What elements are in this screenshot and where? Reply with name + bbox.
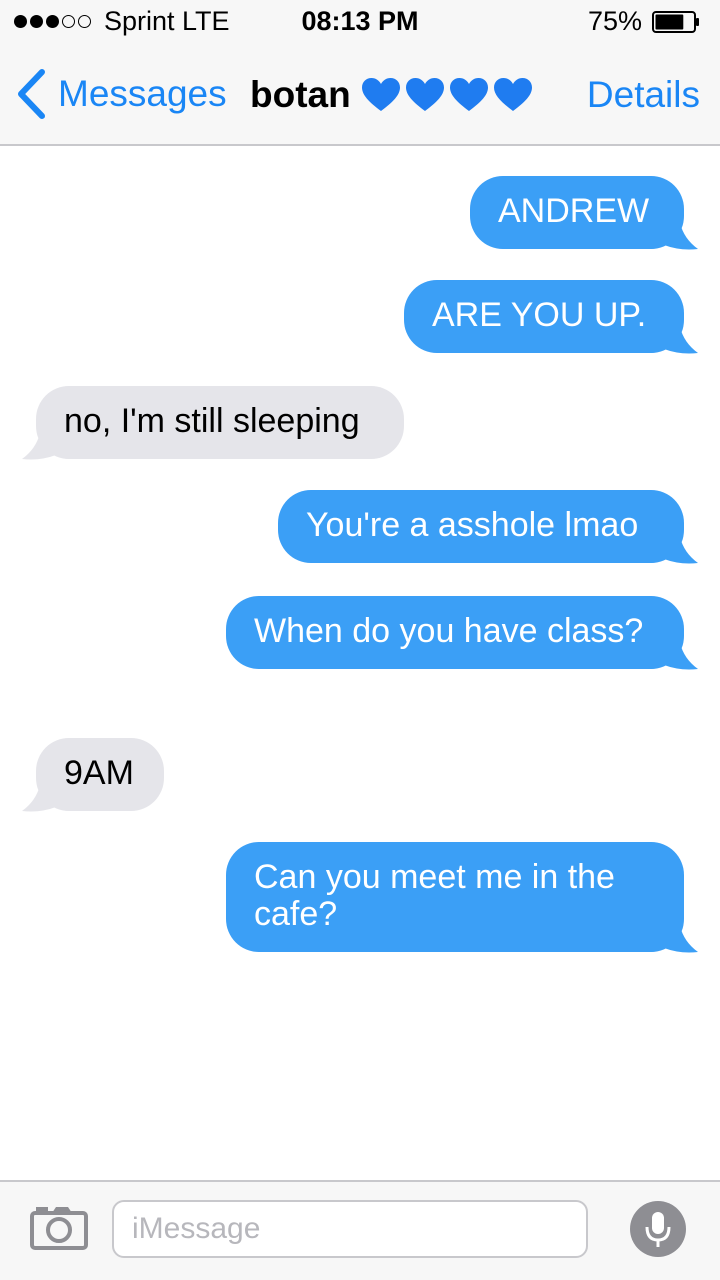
bubble-tail: [22, 433, 70, 460]
message-text: 9AM: [64, 754, 134, 792]
message-text: no, I'm still sleeping: [64, 402, 360, 440]
details-button[interactable]: Details: [587, 74, 700, 116]
message-bubble: When do you have class?: [226, 596, 698, 670]
microphone-icon[interactable]: [629, 1200, 687, 1258]
contact-name: botan: [250, 74, 351, 115]
camera-icon[interactable]: [30, 1204, 88, 1250]
message-bubble: 9AM: [22, 738, 164, 812]
message-text: ANDREW: [498, 192, 650, 230]
message-bubble: You're a asshole lmao: [278, 490, 698, 564]
blue-heart-icon: [493, 78, 532, 111]
chevron-left-icon: [18, 69, 45, 119]
message-bubble: ARE YOU UP.: [404, 280, 698, 354]
message-text: When do you have class?: [254, 612, 644, 650]
message-text: ARE YOU UP.: [432, 296, 647, 334]
message-bubble: Can you meet me in the cafe?: [226, 842, 698, 953]
status-bar: Sprint LTE 08:13 PM 75%: [0, 0, 720, 44]
bubble-tail: [650, 223, 698, 250]
contact-title: botan: [250, 74, 533, 116]
message-bubble: ANDREW: [470, 176, 698, 250]
navigation-bar: Messages botan Details: [0, 44, 720, 146]
message-thread: ANDREW ARE YOU UP. no, I'm still sleepin…: [0, 146, 720, 1180]
battery-percent: 75%: [587, 6, 642, 36]
battery-icon: [652, 11, 699, 33]
message-text: Can you meet me in the cafe?: [254, 858, 615, 933]
message-input[interactable]: iMessage: [112, 1200, 588, 1258]
bubble-tail: [650, 327, 698, 354]
input-bar: iMessage: [0, 1180, 720, 1280]
back-button-label: Messages: [58, 73, 227, 114]
back-button[interactable]: Messages: [14, 68, 227, 120]
blue-heart-icon: [405, 78, 444, 111]
bubble-tail: [650, 926, 698, 953]
bubble-tail: [650, 643, 698, 670]
contact-emoji: [361, 77, 533, 113]
message-bubble: no, I'm still sleeping: [22, 386, 404, 460]
bubble-tail: [22, 785, 70, 812]
blue-heart-icon: [361, 78, 400, 111]
bubble-tail: [650, 537, 698, 564]
message-text: You're a asshole lmao: [306, 506, 639, 544]
blue-heart-icon: [449, 78, 488, 111]
